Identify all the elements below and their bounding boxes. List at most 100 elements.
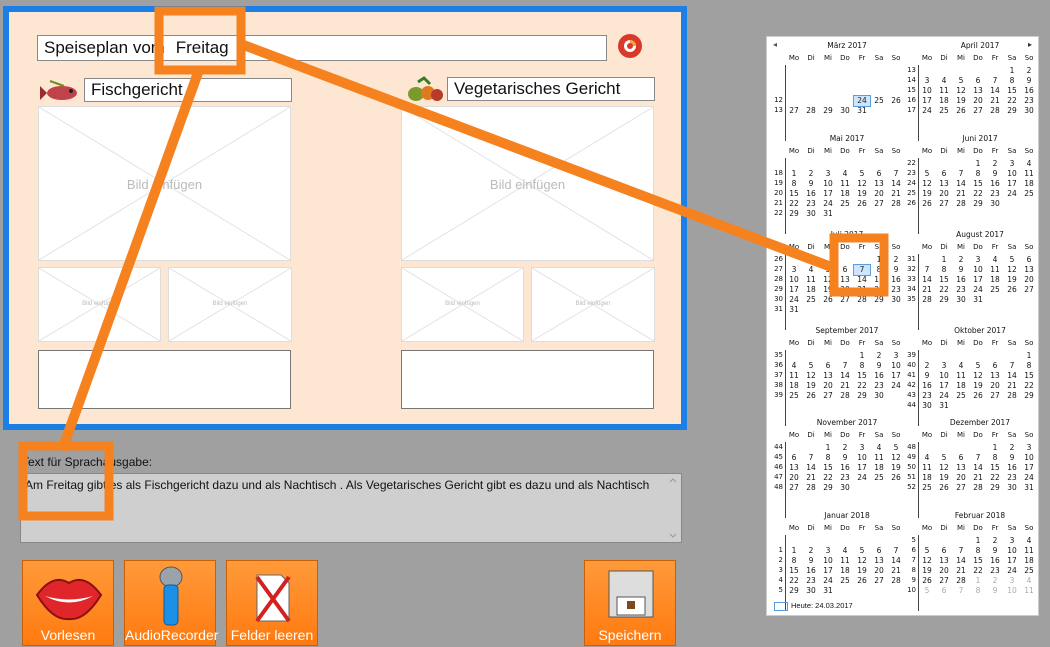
calendar-day[interactable]: 26 — [1004, 285, 1020, 295]
calendar-day[interactable]: 2 — [837, 443, 853, 453]
calendar-day[interactable]: 6 — [936, 169, 952, 179]
speech-scrollbar[interactable] — [665, 474, 681, 542]
calendar-day[interactable]: 19 — [854, 189, 870, 199]
calendar-day[interactable]: 30 — [803, 586, 819, 596]
calendar-day[interactable]: 28 — [953, 199, 969, 209]
calendar-day[interactable]: 29 — [786, 586, 802, 596]
calendar-day[interactable]: 15 — [786, 566, 802, 576]
calendar-day[interactable]: 8 — [786, 179, 802, 189]
calendar-day[interactable]: 25 — [1021, 566, 1037, 576]
calendar-day[interactable]: 2 — [953, 255, 969, 265]
calendar-day[interactable]: 4 — [1021, 576, 1037, 586]
calendar-day[interactable]: 3 — [936, 361, 952, 371]
calendar-day[interactable]: 27 — [936, 199, 952, 209]
calendar-day[interactable]: 11 — [803, 275, 819, 285]
calendar-day[interactable]: 3 — [970, 255, 986, 265]
calendar-day[interactable]: 12 — [820, 275, 836, 285]
calendar-day[interactable]: 23 — [1021, 96, 1037, 106]
calendar-day[interactable]: 17 — [820, 189, 836, 199]
calendar-day[interactable]: 9 — [1004, 453, 1020, 463]
calendar-day[interactable]: 29 — [1004, 106, 1020, 116]
calendar-day[interactable]: 30 — [803, 209, 819, 219]
calendar-day[interactable]: 14 — [803, 463, 819, 473]
calendar-day[interactable]: 12 — [888, 453, 904, 463]
calendar-day[interactable]: 10 — [786, 275, 802, 285]
calendar-day[interactable]: 13 — [820, 371, 836, 381]
calendar-day[interactable]: 11 — [1021, 169, 1037, 179]
calendar-day[interactable]: 11 — [786, 371, 802, 381]
calendar-day[interactable]: 4 — [871, 443, 887, 453]
calendar-day[interactable]: 18 — [919, 473, 935, 483]
calendar-day[interactable]: 25 — [871, 473, 887, 483]
calendar-day[interactable]: 4 — [953, 361, 969, 371]
calendar-day[interactable]: 20 — [953, 473, 969, 483]
calendar-day[interactable]: 22 — [936, 285, 952, 295]
calendar-day[interactable]: 16 — [919, 381, 935, 391]
calendar-day[interactable]: 20 — [970, 96, 986, 106]
calendar-day[interactable]: 23 — [987, 566, 1003, 576]
image-slot-veg-main[interactable]: Bild einfügen — [401, 106, 654, 261]
calendar-day[interactable]: 11 — [871, 453, 887, 463]
calendar-day[interactable]: 22 — [1004, 96, 1020, 106]
calendar-day[interactable]: 4 — [1021, 159, 1037, 169]
calendar-day[interactable]: 16 — [953, 275, 969, 285]
calendar-day[interactable]: 15 — [970, 556, 986, 566]
calendar-day[interactable]: 18 — [936, 96, 952, 106]
calendar-day[interactable]: 15 — [1021, 371, 1037, 381]
calendar-day[interactable]: 27 — [936, 576, 952, 586]
calendar-day[interactable]: 2 — [888, 255, 904, 265]
calendar-day[interactable]: 26 — [820, 295, 836, 305]
calendar-day[interactable]: 22 — [854, 381, 870, 391]
calendar-day[interactable]: 30 — [871, 391, 887, 401]
calendar-day[interactable]: 13 — [953, 463, 969, 473]
calendar-day[interactable]: 9 — [888, 265, 904, 275]
calendar-day[interactable]: 20 — [871, 566, 887, 576]
calendar-day[interactable]: 4 — [936, 76, 952, 86]
calendar-day[interactable]: 24 — [820, 199, 836, 209]
calendar-day[interactable]: 10 — [919, 86, 935, 96]
calendar-day[interactable]: 9 — [803, 556, 819, 566]
calendar-day[interactable]: 10 — [1021, 453, 1037, 463]
calendar-day[interactable]: 8 — [786, 556, 802, 566]
calendar-day[interactable]: 24 — [970, 285, 986, 295]
calendar-day[interactable]: 7 — [888, 546, 904, 556]
calendar-day[interactable]: 23 — [1004, 473, 1020, 483]
calendar-day[interactable]: 2 — [987, 576, 1003, 586]
calendar-day[interactable]: 14 — [1004, 371, 1020, 381]
calendar-day[interactable]: 27 — [987, 391, 1003, 401]
calendar-day[interactable]: 9 — [987, 586, 1003, 596]
calendar-day[interactable]: 24 — [936, 391, 952, 401]
calendar-day[interactable]: 4 — [837, 546, 853, 556]
calendar-day[interactable]: 14 — [987, 86, 1003, 96]
calendar-day[interactable]: 26 — [936, 483, 952, 493]
calendar-day[interactable]: 30 — [987, 199, 1003, 209]
calendar-day[interactable]: 21 — [803, 473, 819, 483]
calendar-day[interactable]: 22 — [987, 473, 1003, 483]
calendar-day[interactable]: 10 — [970, 265, 986, 275]
calendar-day[interactable]: 26 — [854, 576, 870, 586]
calendar-day[interactable]: 15 — [987, 463, 1003, 473]
calendar-day[interactable]: 28 — [854, 295, 870, 305]
calendar-day[interactable]: 27 — [970, 106, 986, 116]
calendar-day[interactable]: 9 — [919, 371, 935, 381]
calendar-day[interactable]: 19 — [854, 566, 870, 576]
calendar-today[interactable]: Heute: 24.03.2017 — [774, 601, 853, 611]
calendar-day[interactable]: 15 — [854, 371, 870, 381]
calendar-day[interactable]: 31 — [786, 305, 802, 315]
calendar-day[interactable]: 29 — [1021, 391, 1037, 401]
calendar-day[interactable]: 2 — [803, 546, 819, 556]
calendar-day[interactable]: 21 — [888, 566, 904, 576]
calendar-day[interactable]: 16 — [987, 179, 1003, 189]
calendar-day[interactable]: 29 — [987, 483, 1003, 493]
calendar-day[interactable]: 28 — [970, 483, 986, 493]
calendar-day[interactable]: 17 — [820, 566, 836, 576]
calendar-day[interactable]: 16 — [987, 556, 1003, 566]
calendar-day[interactable]: 10 — [936, 371, 952, 381]
calendar-day[interactable]: 18 — [837, 566, 853, 576]
calendar-day[interactable]: 18 — [786, 381, 802, 391]
calendar-day[interactable]: 31 — [820, 209, 836, 219]
calendar-day[interactable]: 5 — [888, 443, 904, 453]
calendar-day[interactable]: 29 — [871, 295, 887, 305]
calendar-day[interactable]: 5 — [970, 361, 986, 371]
calendar-day[interactable]: 20 — [871, 189, 887, 199]
